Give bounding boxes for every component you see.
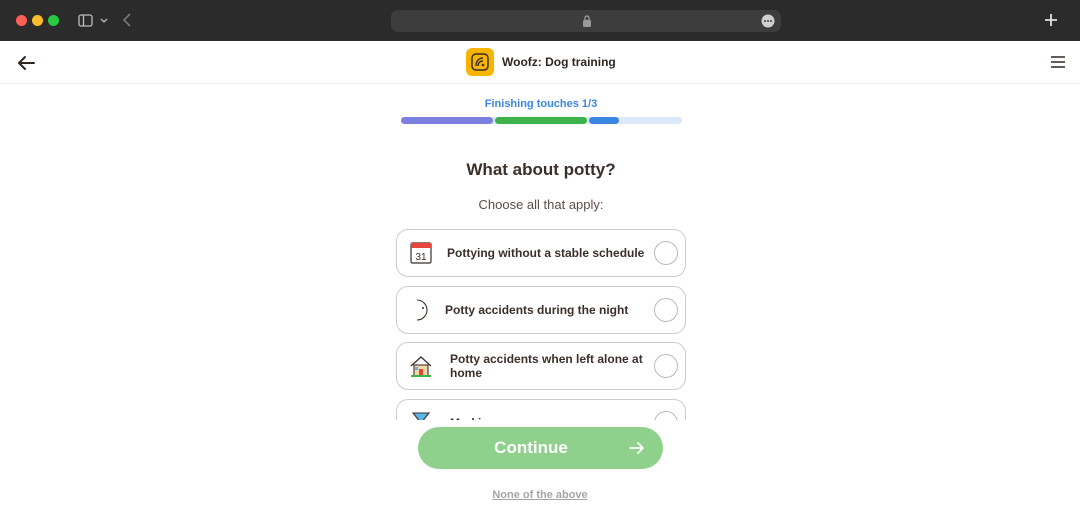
progress-bar bbox=[401, 117, 682, 124]
back-arrow-icon[interactable] bbox=[16, 54, 36, 72]
address-bar[interactable] bbox=[391, 10, 781, 32]
hamburger-menu-icon[interactable] bbox=[1050, 55, 1066, 69]
app-title: Woofz: Dog training bbox=[502, 55, 616, 69]
option-night-accidents[interactable]: Potty accidents during the night bbox=[396, 286, 686, 334]
option-checkbox[interactable] bbox=[654, 411, 678, 420]
minimize-window-button[interactable] bbox=[32, 15, 43, 26]
crescent-moon-icon bbox=[409, 298, 433, 322]
arrow-right-icon bbox=[629, 441, 645, 455]
options-list: 31 Pottying without a stable schedule Po… bbox=[396, 229, 686, 420]
progress-segment-3 bbox=[589, 117, 620, 124]
option-label: Marking bbox=[450, 400, 650, 420]
calendar-day-text: 31 bbox=[415, 252, 427, 263]
option-checkbox[interactable] bbox=[654, 241, 678, 265]
progress-segment-1 bbox=[401, 117, 493, 124]
option-checkbox[interactable] bbox=[654, 354, 678, 378]
option-stable-schedule[interactable]: 31 Pottying without a stable schedule bbox=[396, 229, 686, 277]
more-dots-icon[interactable] bbox=[761, 14, 775, 28]
close-window-button[interactable] bbox=[16, 15, 27, 26]
sidebar-toggle-icon[interactable] bbox=[78, 13, 108, 29]
lock-icon bbox=[581, 14, 593, 28]
question-subtitle: Choose all that apply: bbox=[478, 197, 604, 212]
app-header: Woofz: Dog training bbox=[0, 41, 1080, 84]
browser-chrome bbox=[0, 0, 1080, 41]
new-tab-plus-icon[interactable] bbox=[1042, 11, 1060, 29]
option-label: Potty accidents during the night bbox=[445, 303, 629, 317]
continue-button[interactable]: Continue bbox=[418, 427, 663, 469]
brand: Woofz: Dog training bbox=[466, 48, 616, 76]
woofz-logo-icon bbox=[466, 48, 494, 76]
progress-label: Finishing touches 1/3 bbox=[484, 98, 598, 110]
continue-label: Continue bbox=[494, 438, 568, 457]
progress-segment-2 bbox=[495, 117, 587, 124]
option-alone-accidents[interactable]: Potty accidents when left alone at home bbox=[396, 342, 686, 390]
option-checkbox[interactable] bbox=[654, 298, 678, 322]
house-icon bbox=[409, 354, 433, 378]
question-title: What about potty? bbox=[466, 160, 616, 179]
calendar-icon: 31 bbox=[409, 241, 433, 265]
back-chevron-icon[interactable] bbox=[120, 11, 136, 29]
option-marking[interactable]: Marking bbox=[396, 399, 686, 420]
option-label: Pottying without a stable schedule bbox=[447, 246, 645, 260]
none-of-the-above-link[interactable]: None of the above bbox=[440, 489, 640, 501]
hourglass-icon bbox=[409, 411, 433, 420]
option-label: Potty accidents when left alone at home bbox=[450, 352, 643, 380]
maximize-window-button[interactable] bbox=[48, 15, 59, 26]
